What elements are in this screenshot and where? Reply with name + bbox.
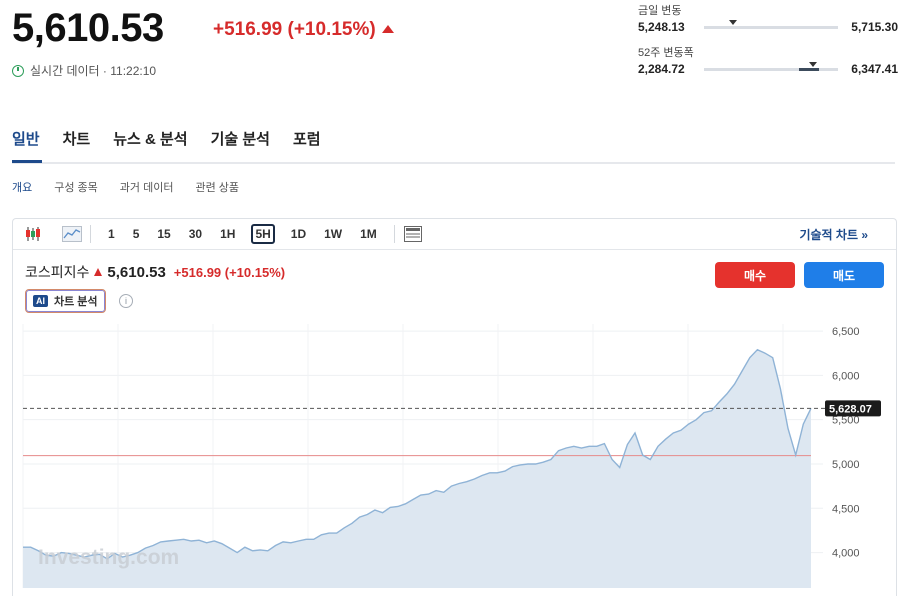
day-range: 금일 변동 5,248.13 5,715.30 bbox=[638, 2, 898, 34]
price-change: +516.99 (+10.15%) bbox=[213, 19, 394, 41]
table-view-icon[interactable] bbox=[403, 226, 423, 242]
timeframe-30[interactable]: 30 bbox=[187, 225, 204, 243]
realtime-label: 실시간 데이터 · 11:22:10 bbox=[30, 64, 157, 78]
timeframe-1d[interactable]: 1D bbox=[289, 225, 308, 243]
tab-technical[interactable]: 기술 분석 bbox=[211, 128, 270, 149]
y-tick-label: 6,500 bbox=[832, 326, 860, 338]
week52-range-marker-icon bbox=[808, 61, 817, 67]
realtime-status: 실시간 데이터 · 11:22:10 bbox=[12, 62, 156, 79]
index-summary-change: +516.99 (+10.15%) bbox=[173, 264, 286, 280]
y-tick-label: 6,000 bbox=[832, 370, 860, 382]
subtab-related[interactable]: 관련 상품 bbox=[195, 179, 239, 195]
clock-icon bbox=[12, 64, 24, 77]
day-range-high: 5,715.30 bbox=[851, 20, 898, 34]
tab-news[interactable]: 뉴스 & 분석 bbox=[113, 128, 187, 149]
active-tab-indicator bbox=[12, 160, 42, 163]
tab-forum[interactable]: 포럼 bbox=[293, 128, 321, 149]
timeframe-1[interactable]: 1 bbox=[106, 225, 117, 243]
toolbar-divider bbox=[90, 225, 91, 243]
tab-general[interactable]: 일반 bbox=[12, 128, 40, 149]
subtab-overview[interactable]: 개요 bbox=[12, 179, 32, 195]
week52-range-high: 6,347.41 bbox=[851, 62, 898, 76]
chart-toolbar: 1 5 15 30 1H 5H 1D 1W 1M 기술적 차트 » bbox=[13, 219, 896, 250]
toolbar-divider bbox=[393, 225, 395, 243]
ai-badge: AI bbox=[33, 295, 48, 307]
subtab-historical[interactable]: 과거 데이터 bbox=[120, 179, 174, 195]
index-summary: 코스피지수 5,610.53 +516.99 (+10.15%) bbox=[25, 262, 285, 282]
current-price-label: 5,628.07 bbox=[829, 403, 872, 415]
area-chart-icon[interactable] bbox=[62, 226, 82, 242]
price-chart[interactable]: 6,500 6,000 5,500 5,000 4,500 4,000 Investing… bbox=[13, 320, 895, 595]
sub-tabs: 개요 구성 종목 과거 데이터 관련 상품 bbox=[12, 179, 239, 195]
up-arrow-icon bbox=[94, 268, 103, 276]
timeframe-1w[interactable]: 1W bbox=[322, 225, 344, 243]
week52-range-low: 2,284.72 bbox=[638, 62, 685, 76]
watermark: Investing.com bbox=[38, 546, 179, 569]
main-tabs: 일반 차트 뉴스 & 분석 기술 분석 포럼 bbox=[12, 128, 321, 149]
day-range-label: 금일 변동 bbox=[638, 5, 682, 17]
timeframe-5h[interactable]: 5H bbox=[251, 224, 275, 244]
tab-chart[interactable]: 차트 bbox=[63, 128, 91, 149]
week52-range-bar bbox=[704, 61, 838, 71]
week52-range: 52주 변동폭 2,284.72 6,347.41 bbox=[638, 44, 898, 76]
subtab-components[interactable]: 구성 종목 bbox=[54, 179, 98, 195]
timeframe-1h[interactable]: 1H bbox=[218, 225, 237, 243]
timeframe-5[interactable]: 5 bbox=[131, 225, 142, 243]
toolbar-divider bbox=[47, 225, 48, 243]
index-summary-price: 5,610.53 bbox=[107, 263, 166, 281]
week52-range-fill bbox=[799, 67, 820, 71]
buy-button[interactable]: 매수 bbox=[715, 262, 795, 288]
sell-button[interactable]: 매도 bbox=[804, 262, 884, 288]
week52-range-label: 52주 변동폭 bbox=[638, 47, 694, 59]
up-arrow-icon bbox=[381, 25, 394, 33]
index-price: 5,610.53 bbox=[12, 6, 164, 50]
day-range-marker-icon bbox=[729, 19, 738, 25]
timeframe-1m[interactable]: 1M bbox=[358, 225, 379, 243]
ai-chart-analysis-button[interactable]: AI 차트 분석 bbox=[25, 289, 106, 313]
price-change-text: +516.99 (+10.15%) bbox=[213, 19, 376, 40]
day-range-bar bbox=[704, 19, 838, 29]
index-name: 코스피지수 bbox=[25, 264, 90, 280]
y-tick-label: 4,000 bbox=[832, 548, 860, 560]
technical-chart-link[interactable]: 기술적 차트 » bbox=[799, 226, 868, 243]
y-tick-label: 5,500 bbox=[832, 415, 860, 427]
info-icon[interactable]: i bbox=[119, 294, 133, 308]
tabs-divider bbox=[12, 162, 895, 164]
ai-button-label: 차트 분석 bbox=[54, 296, 98, 308]
y-tick-label: 5,000 bbox=[832, 459, 860, 471]
y-tick-label: 4,500 bbox=[832, 503, 860, 515]
candlestick-icon[interactable] bbox=[23, 226, 43, 242]
timeframe-15[interactable]: 15 bbox=[155, 225, 172, 243]
day-range-low: 5,248.13 bbox=[638, 20, 685, 34]
